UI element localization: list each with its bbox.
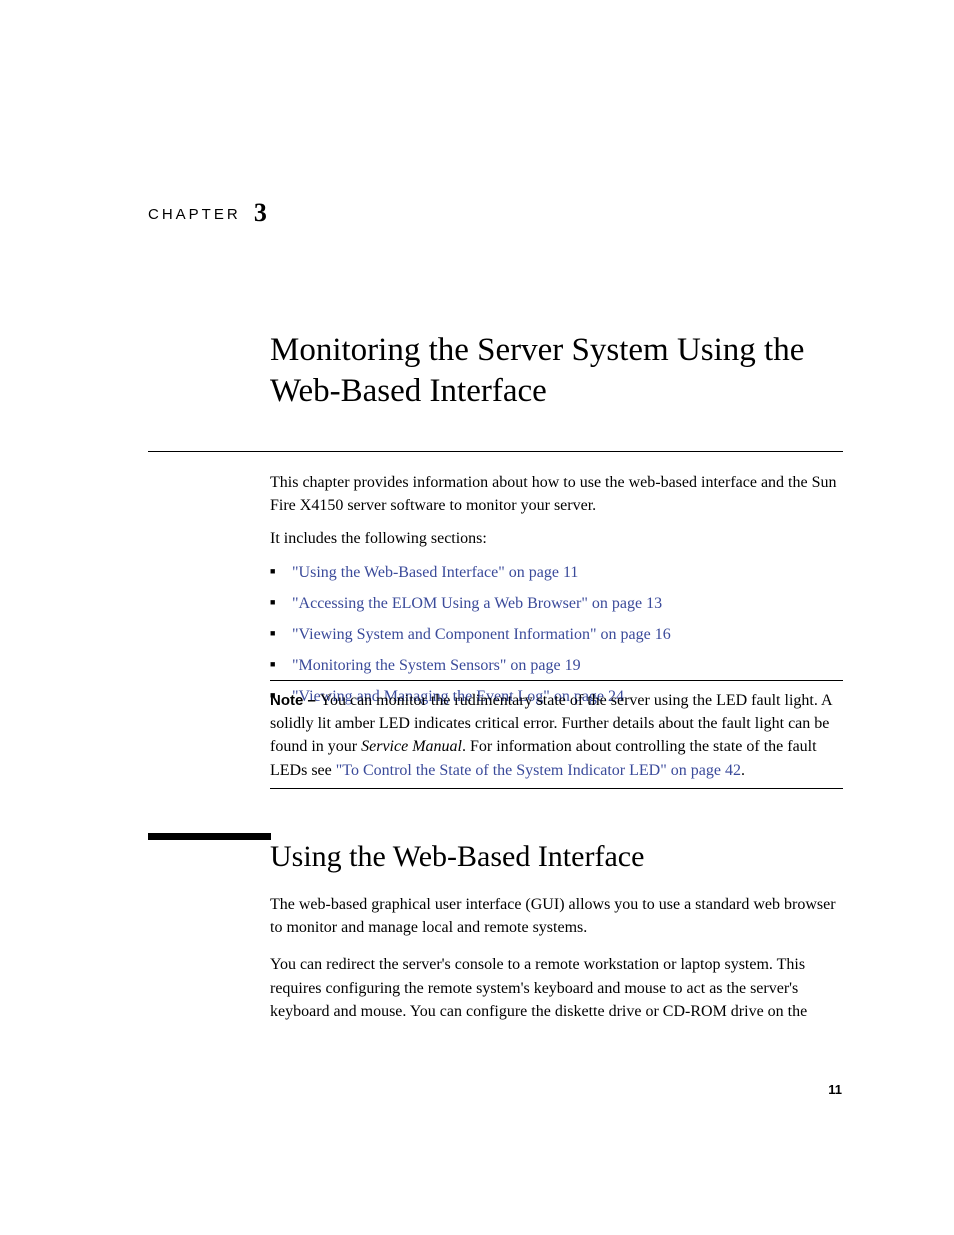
section-list: "Using the Web-Based Interface" on page … (270, 561, 845, 709)
section-heading: Using the Web-Based Interface (270, 840, 644, 874)
page-number: 11 (828, 1082, 842, 1097)
list-item: "Viewing System and Component Informatio… (270, 623, 845, 646)
list-item: "Using the Web-Based Interface" on page … (270, 561, 845, 584)
note-rule-top (270, 680, 843, 681)
section-paragraph-1: The web-based graphical user interface (… (270, 893, 845, 939)
intro-paragraph-1: This chapter provides information about … (270, 471, 845, 517)
section-link[interactable]: "Viewing System and Component Informatio… (292, 626, 671, 643)
section-paragraph-2: You can redirect the server's console to… (270, 953, 845, 1023)
list-item: "Accessing the ELOM Using a Web Browser"… (270, 592, 845, 615)
list-item: "Monitoring the System Sensors" on page … (270, 654, 845, 677)
note-block: Note – You can monitor the rudimentary s… (270, 689, 845, 782)
page: CHAPTER 3 Monitoring the Server System U… (0, 0, 954, 1235)
note-link[interactable]: "To Control the State of the System Indi… (336, 762, 741, 779)
section-link[interactable]: "Using the Web-Based Interface" on page … (292, 564, 578, 581)
section-body: The web-based graphical user interface (… (270, 893, 845, 1037)
note-italic: Service Manual (361, 738, 462, 755)
chapter-label-line: CHAPTER 3 (148, 198, 267, 228)
chapter-label: CHAPTER (148, 206, 241, 223)
note-label: Note – (270, 692, 320, 709)
note-text-c: . (741, 762, 745, 779)
intro-paragraph-2: It includes the following sections: (270, 527, 845, 550)
chapter-title: Monitoring the Server System Using the W… (270, 330, 850, 413)
title-divider (148, 451, 843, 452)
section-link[interactable]: "Monitoring the System Sensors" on page … (292, 657, 581, 674)
chapter-number: 3 (254, 198, 267, 227)
note-rule-bottom (270, 788, 843, 789)
section-link[interactable]: "Accessing the ELOM Using a Web Browser"… (292, 595, 662, 612)
section-bar (148, 833, 271, 840)
